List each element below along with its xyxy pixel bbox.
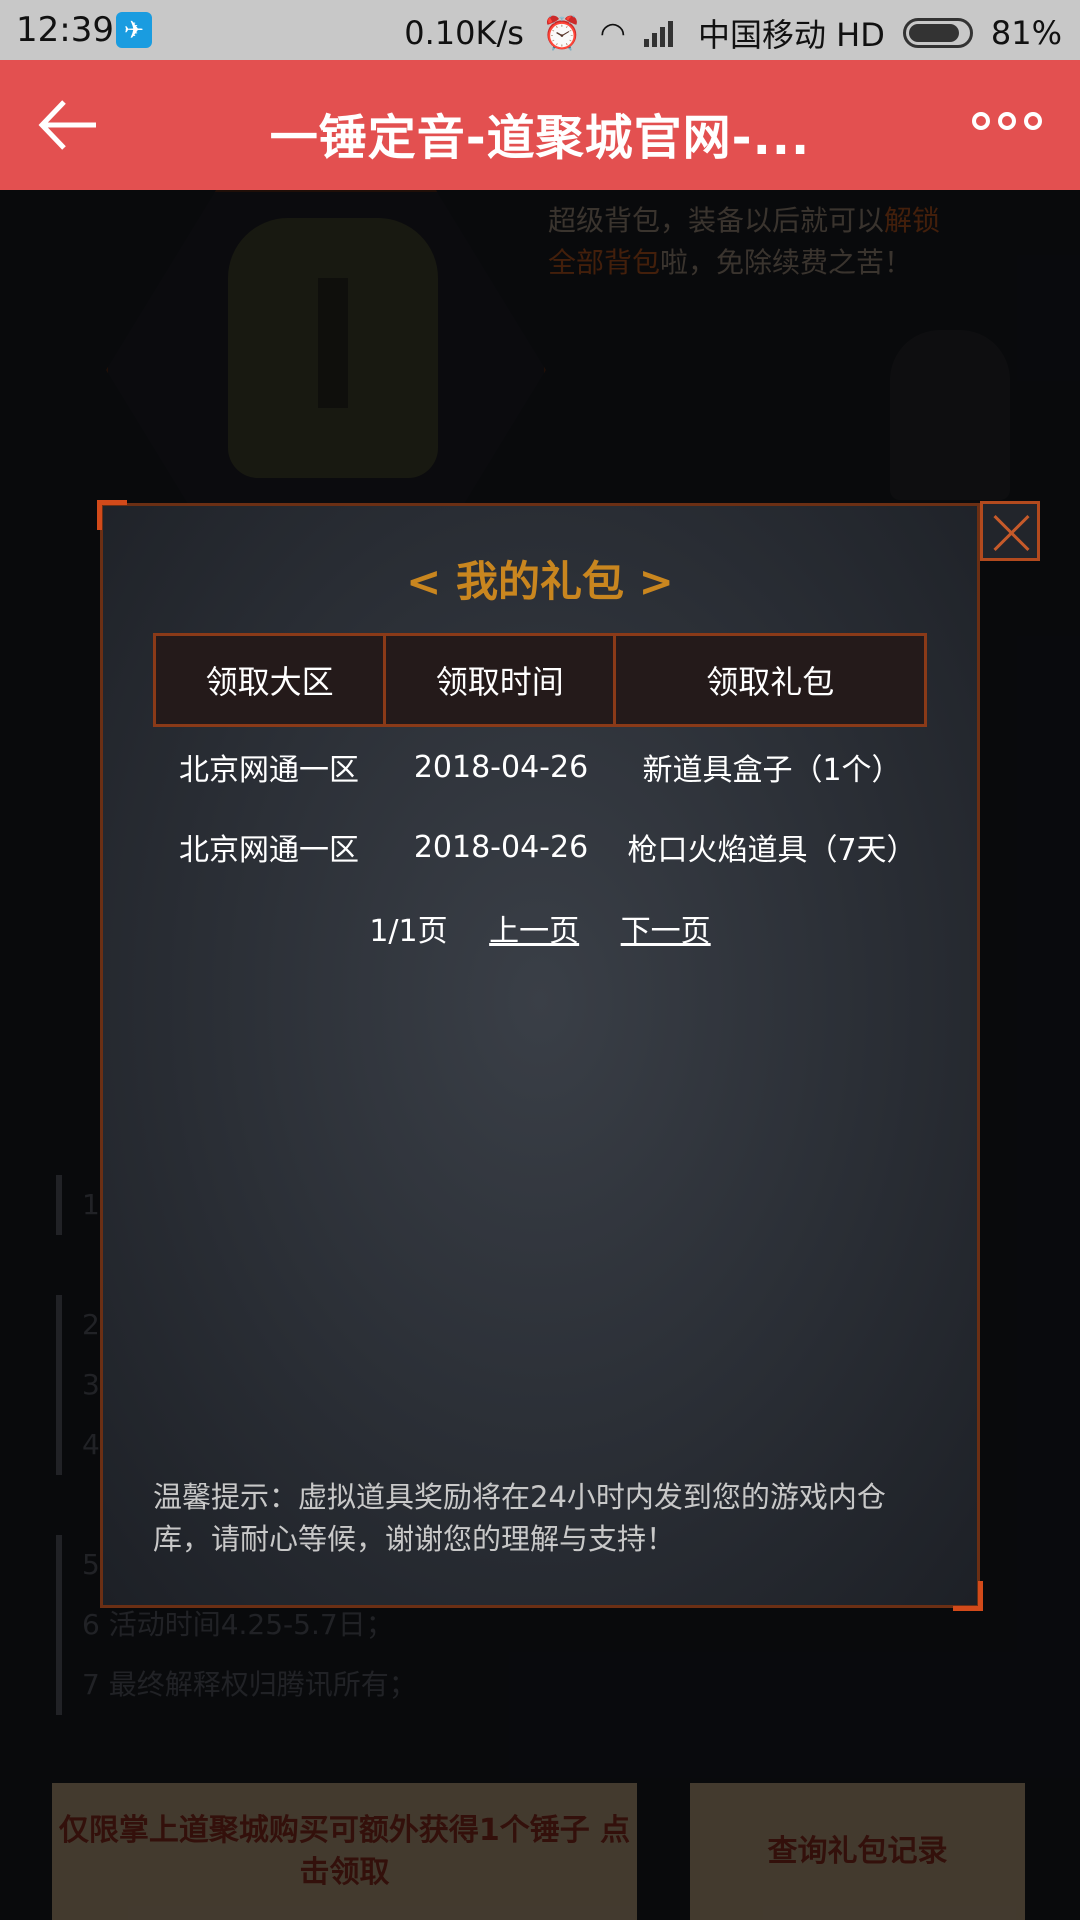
more-options-button[interactable]	[972, 112, 1042, 130]
carrier-label: 中国移动 HD	[697, 16, 885, 54]
cell-date: 2018-04-26	[413, 749, 589, 785]
status-time: 12:39	[16, 10, 114, 50]
modal-corner-decoration	[953, 1581, 983, 1611]
page-info: 1/1页	[369, 914, 448, 949]
table-row: 北京网通一区 2018-04-26 枪口火焰道具（7天）	[153, 807, 927, 887]
status-bar: 12:39 ✈ 0.10K/s ⏰ ◠ 中国移动 HD 81%	[0, 0, 1080, 60]
table-header: 领取大区 领取时间 领取礼包	[153, 633, 927, 727]
battery-percent: 81%	[990, 14, 1062, 52]
title-bar: 一锤定音-道聚城官网-...	[0, 60, 1080, 190]
wifi-icon: ◠	[599, 15, 626, 51]
modal-corner-decoration	[97, 500, 127, 530]
notification-app-icon: ✈	[116, 12, 152, 48]
cell-region: 北京网通一区	[179, 753, 359, 788]
dot-icon	[998, 112, 1016, 130]
my-gifts-modal: < 我的礼包 > 领取大区 领取时间 领取礼包 北京网通一区 2018-04-2…	[97, 500, 983, 1611]
dot-icon	[972, 112, 990, 130]
column-header: 领取礼包	[706, 663, 835, 701]
cell-gift: 枪口火焰道具（7天）	[627, 833, 917, 868]
dot-icon	[1024, 112, 1042, 130]
cell-date: 2018-04-26	[413, 829, 589, 865]
column-header: 领取时间	[386, 636, 617, 724]
gift-table: 领取大区 领取时间 领取礼包 北京网通一区 2018-04-26 新道具盒子（1…	[153, 633, 927, 887]
modal-close-button[interactable]	[980, 501, 1040, 561]
page-title: 一锤定音-道聚城官网-...	[269, 110, 811, 166]
status-right-group: 0.10K/s ⏰ ◠ 中国移动 HD 81%	[404, 10, 1062, 56]
signal-icon	[643, 19, 680, 47]
next-page-link[interactable]: 下一页	[621, 914, 711, 949]
modal-title: < 我的礼包 >	[406, 557, 674, 606]
pagination: 1/1页 上一页 下一页	[103, 906, 977, 950]
alarm-icon: ⏰	[541, 14, 582, 52]
battery-icon	[902, 18, 973, 48]
cell-region: 北京网通一区	[179, 833, 359, 868]
network-speed: 0.10K/s	[404, 14, 524, 52]
prev-page-link[interactable]: 上一页	[489, 914, 579, 949]
column-header: 领取大区	[156, 636, 387, 724]
cell-gift: 新道具盒子（1个）	[642, 753, 902, 788]
warm-tip: 温馨提示：虚拟道具奖励将在24小时内发到您的游戏内仓库，请耐心等候，谢谢您的理解…	[153, 1480, 886, 1556]
table-row: 北京网通一区 2018-04-26 新道具盒子（1个）	[153, 727, 927, 807]
